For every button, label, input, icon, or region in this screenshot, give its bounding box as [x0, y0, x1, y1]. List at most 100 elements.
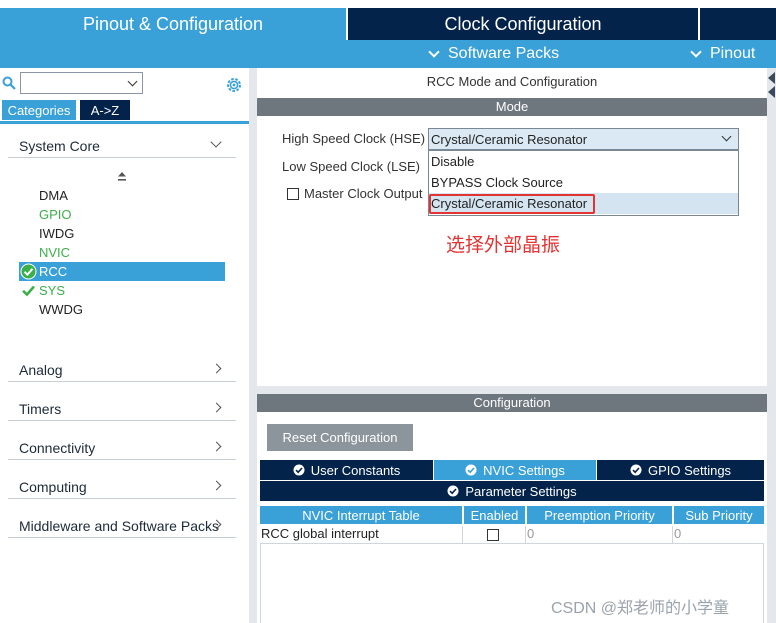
- core-item-label: WWDG: [39, 302, 84, 317]
- chevron-down-icon: [721, 131, 732, 142]
- option-label: BYPASS Clock Source: [431, 175, 563, 190]
- chevron-right-icon: [211, 402, 222, 413]
- mode-header: Mode: [257, 98, 767, 116]
- tab-label: User Constants: [310, 462, 401, 478]
- check-icon: [22, 285, 35, 297]
- chevron-down-icon: [210, 136, 222, 148]
- column-header-preemption[interactable]: Preemption Priority: [527, 506, 672, 524]
- chevron-right-icon: [211, 363, 222, 374]
- core-item-iwdg[interactable]: IWDG: [19, 224, 225, 243]
- tab-label: GPIO Settings: [647, 462, 732, 478]
- core-item-label: IWDG: [39, 226, 75, 241]
- core-item-sys[interactable]: SYS: [19, 281, 225, 300]
- sort-icon[interactable]: [117, 172, 127, 184]
- core-item-nvic[interactable]: NVIC: [19, 243, 225, 262]
- section-system-core[interactable]: System Core: [8, 134, 236, 158]
- section-connectivity[interactable]: Connectivity: [8, 436, 236, 460]
- column-divider: [672, 526, 673, 544]
- tab-label: NVIC Settings: [483, 462, 565, 478]
- core-item-label: RCC: [39, 264, 68, 279]
- search-row: [0, 72, 249, 96]
- lse-label: Low Speed Clock (LSE): [282, 159, 421, 174]
- section-computing[interactable]: Computing: [8, 475, 236, 499]
- enabled-checkbox[interactable]: [487, 529, 499, 541]
- hse-select-value: Crystal/Ceramic Resonator: [431, 132, 588, 147]
- section-timers[interactable]: Timers: [8, 397, 236, 421]
- column-header-sub-priority[interactable]: Sub Priority: [674, 506, 764, 524]
- top-tab-bar: Pinout & Configuration Clock Configurati…: [0, 0, 776, 68]
- core-item-gpio[interactable]: GPIO: [19, 205, 225, 224]
- left-panel-splitter[interactable]: [249, 68, 257, 623]
- chevron-left-icon[interactable]: [768, 72, 775, 84]
- check-circle-icon: [630, 464, 642, 476]
- core-item-label: DMA: [39, 188, 68, 203]
- check-circle-icon: [465, 464, 477, 476]
- check-circle-icon: [293, 464, 305, 476]
- cell-interrupt-name: RCC global interrupt: [261, 526, 379, 541]
- chevron-down-icon: [690, 45, 702, 58]
- core-item-rcc[interactable]: RCC: [19, 262, 225, 281]
- pinout-label: Pinout: [710, 45, 756, 62]
- mco-checkbox[interactable]: [287, 188, 299, 200]
- section-label: Middleware and Software Packs: [19, 518, 219, 534]
- configuration-header: Configuration: [257, 394, 767, 412]
- section-label: System Core: [19, 138, 100, 154]
- chevron-right-icon: [211, 480, 222, 491]
- tab-clock-configuration[interactable]: Clock Configuration: [348, 8, 698, 40]
- column-divider: [462, 526, 463, 544]
- column-header-enabled[interactable]: Enabled: [464, 506, 525, 524]
- category-tabs: Categories A->Z: [0, 100, 249, 124]
- highlight-box: [429, 194, 595, 214]
- gear-icon[interactable]: [225, 76, 243, 94]
- chevron-down-icon: [428, 45, 440, 58]
- tab-extra[interactable]: [700, 8, 776, 40]
- sub-menu-bar: Software Packs Pinout: [0, 40, 776, 68]
- section-label: Computing: [19, 479, 87, 495]
- search-combobox[interactable]: [20, 72, 143, 94]
- core-item-label: SYS: [39, 283, 66, 298]
- check-circle-icon: [20, 263, 37, 280]
- section-label: Analog: [19, 362, 63, 378]
- tab-label: Parameter Settings: [465, 483, 577, 499]
- mco-label: Master Clock Output: [304, 186, 423, 201]
- section-analog[interactable]: Analog: [8, 358, 236, 382]
- option-label: Disable: [431, 154, 475, 169]
- option-disable[interactable]: Disable: [429, 151, 738, 172]
- core-item-wwdg[interactable]: WWDG: [19, 300, 225, 319]
- tab-categories[interactable]: Categories: [2, 100, 76, 120]
- hse-label: High Speed Clock (HSE): [282, 131, 426, 146]
- cell-sub-priority[interactable]: 0: [674, 526, 681, 544]
- panel-splitter[interactable]: [257, 386, 767, 394]
- tab-pinout-configuration[interactable]: Pinout & Configuration: [0, 8, 346, 40]
- core-item-dma[interactable]: DMA: [19, 186, 225, 205]
- annotation-text: 选择外部晶振: [446, 235, 561, 256]
- categories-panel: Categories A->Z System Core DMA GPIO IWD…: [0, 68, 249, 623]
- section-label: Connectivity: [19, 440, 96, 456]
- chevron-right-icon: [211, 441, 222, 452]
- software-packs-menu[interactable]: Software Packs: [428, 40, 560, 68]
- option-bypass-clock-source[interactable]: BYPASS Clock Source: [429, 172, 738, 193]
- tab-user-constants[interactable]: User Constants: [260, 460, 433, 480]
- section-middleware[interactable]: Middleware and Software Packs: [8, 514, 236, 538]
- tab-gpio-settings[interactable]: GPIO Settings: [597, 460, 764, 480]
- tab-a-to-z[interactable]: A->Z: [80, 100, 130, 120]
- tab-nvic-settings[interactable]: NVIC Settings: [434, 460, 596, 480]
- core-item-label: NVIC: [39, 245, 71, 260]
- chevron-left-icon[interactable]: [768, 86, 775, 98]
- software-packs-label: Software Packs: [448, 45, 560, 62]
- core-item-label: GPIO: [39, 207, 72, 222]
- cell-preemption-priority[interactable]: 0: [527, 526, 534, 544]
- rcc-configuration-panel: RCC Mode and Configuration Mode High Spe…: [257, 68, 767, 623]
- panel-title: RCC Mode and Configuration: [426, 74, 598, 89]
- right-scrollbar[interactable]: [767, 68, 776, 623]
- column-divider: [525, 526, 526, 544]
- watermark: CSDN @郑老师的小学童: [551, 600, 730, 617]
- chevron-down-icon: [127, 76, 138, 87]
- pinout-menu[interactable]: Pinout: [690, 40, 756, 68]
- column-header-interrupt[interactable]: NVIC Interrupt Table: [260, 506, 462, 524]
- tab-parameter-settings[interactable]: Parameter Settings: [260, 481, 764, 501]
- hse-select[interactable]: Crystal/Ceramic Resonator: [428, 128, 739, 150]
- check-circle-icon: [447, 485, 459, 497]
- search-icon[interactable]: [2, 76, 16, 90]
- reset-configuration-button[interactable]: Reset Configuration: [267, 424, 413, 451]
